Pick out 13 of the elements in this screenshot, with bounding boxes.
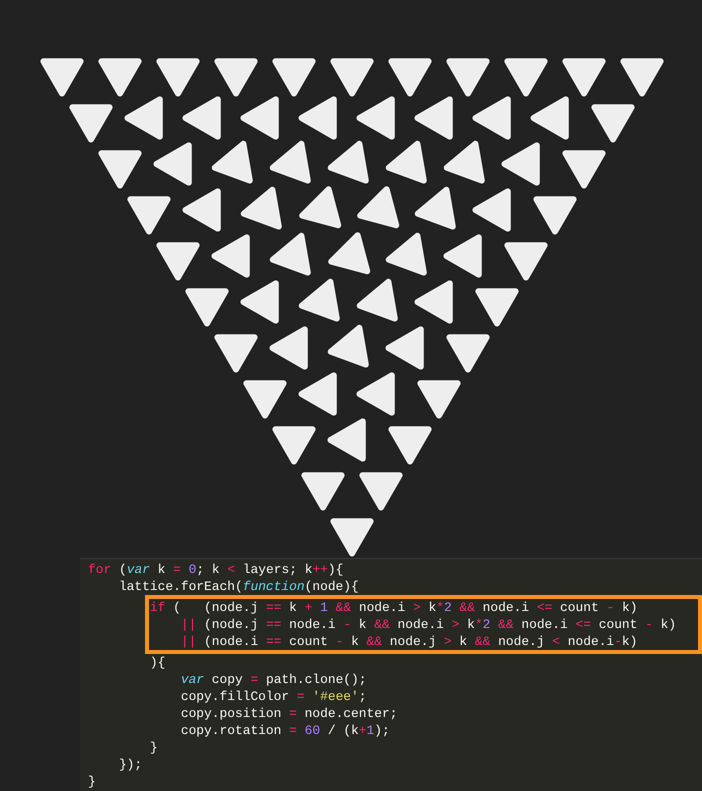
code-line: }	[88, 774, 96, 789]
code-line: lattice.forEach(function(node){	[118, 579, 359, 594]
code-line: copy.position = node.center;	[180, 706, 398, 721]
code-line: || (node.j == node.i - k && node.i > k*2 && node.i <= count - k)	[180, 617, 676, 632]
code-line: var copy = path.clone();	[180, 672, 367, 687]
code-line: copy.fillColor = '#eee';	[180, 689, 367, 704]
code-line: || (node.i == count - k && node.j > k && node.j < node.i-k)	[180, 634, 638, 649]
code-line: if ( (node.j == k + 1 && node.i > k*2 && node.i <= count - k)	[148, 600, 638, 615]
code-line: });	[118, 757, 142, 772]
code-line: for (var k = 0; k < layers; k++){	[88, 562, 344, 577]
code-line: }	[148, 740, 158, 755]
code-line: ){	[148, 655, 166, 670]
code-line: copy.rotation = 60 / (k+1);	[180, 723, 390, 738]
